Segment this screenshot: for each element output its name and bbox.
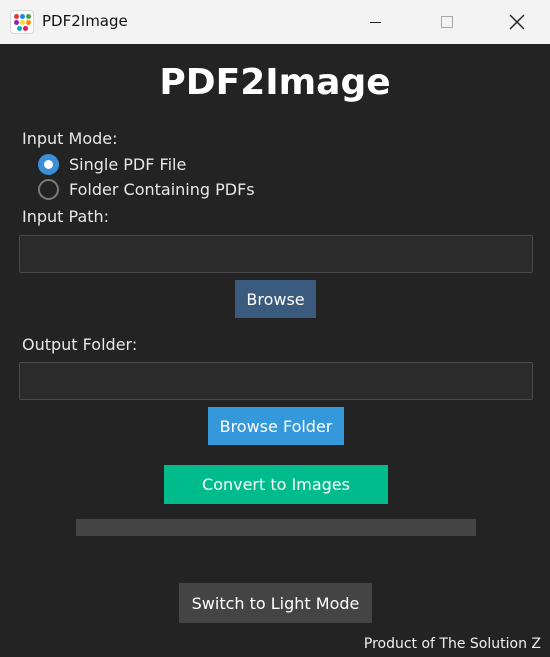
close-button[interactable] — [482, 0, 550, 44]
minimize-icon — [369, 21, 381, 23]
convert-button[interactable]: Convert to Images — [164, 465, 388, 504]
window-title: PDF2Image — [42, 12, 128, 30]
radio-single-pdf[interactable]: Single PDF File — [38, 153, 186, 175]
footer-credit: Product of The Solution Z — [363, 636, 541, 652]
radio-folder-pdfs[interactable]: Folder Containing PDFs — [38, 178, 255, 200]
radio-checked-icon[interactable] — [38, 153, 59, 175]
title-bar: PDF2Image — [0, 0, 550, 44]
close-icon — [509, 14, 525, 30]
minimize-button[interactable] — [340, 0, 410, 44]
output-folder-field[interactable] — [19, 362, 533, 400]
radio-single-pdf-label: Single PDF File — [69, 154, 187, 174]
browse-button[interactable]: Browse — [235, 280, 316, 318]
radio-folder-pdfs-label: Folder Containing PDFs — [69, 179, 255, 199]
input-path-label: Input Path: — [22, 207, 110, 226]
browse-folder-button[interactable]: Browse Folder — [208, 407, 344, 445]
maximize-button[interactable] — [412, 0, 482, 44]
maximize-icon — [441, 16, 453, 28]
input-path-field[interactable] — [19, 235, 533, 273]
progress-bar — [76, 519, 476, 536]
app-logo-icon — [10, 10, 34, 34]
input-mode-label: Input Mode: — [22, 129, 118, 148]
app-heading: PDF2Image — [159, 62, 391, 103]
radio-unchecked-icon[interactable] — [38, 178, 59, 200]
output-folder-label: Output Folder: — [22, 335, 138, 354]
theme-toggle-button[interactable]: Switch to Light Mode — [179, 583, 372, 623]
